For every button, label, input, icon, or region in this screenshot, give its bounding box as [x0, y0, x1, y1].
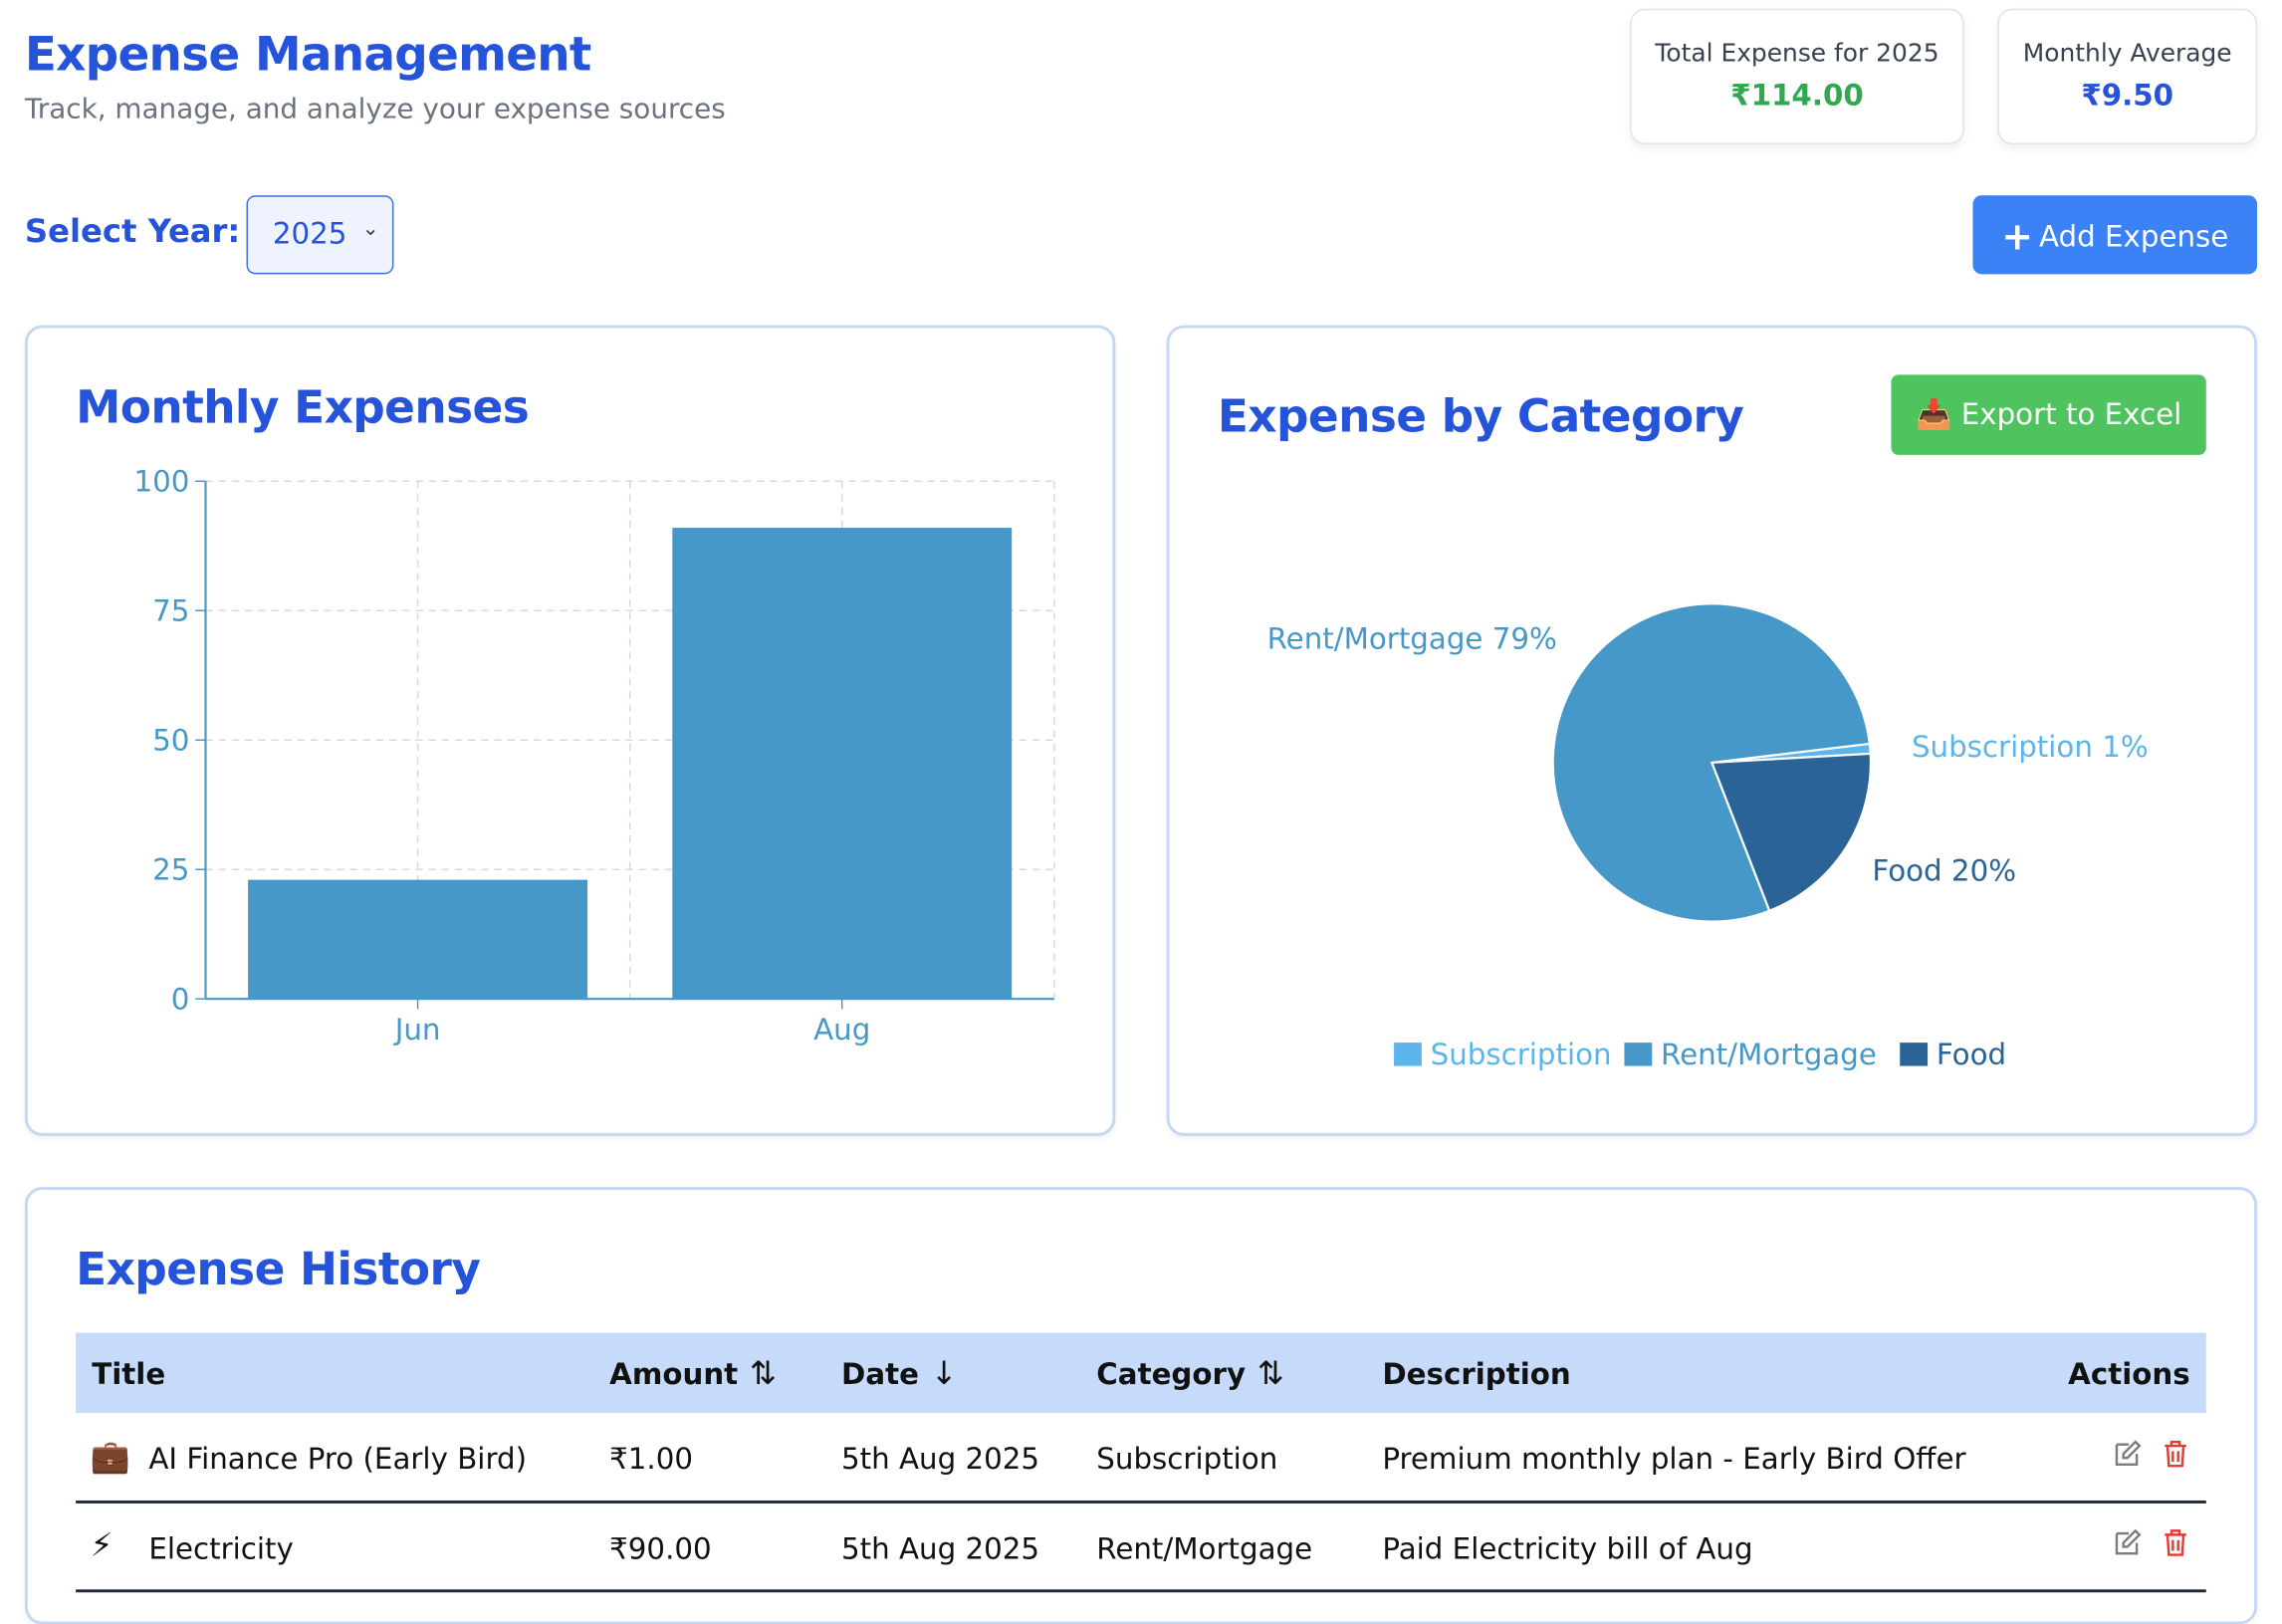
y-tick-label: 75 [152, 594, 189, 628]
bar-jun[interactable] [248, 879, 588, 1000]
expense-by-category-pie-chart: Rent/Mortgage 79% Subscription 1% Food 20%… [1267, 602, 2149, 1071]
legend-swatch [1624, 1043, 1653, 1066]
expense-by-category-title: Expense by Category [1217, 390, 1744, 444]
pie-label-food: Food 20% [1872, 854, 2016, 888]
sort-both-icon: ⇅ [749, 1355, 777, 1393]
plus-icon: + [2001, 215, 2034, 260]
pie-label-subscription: Subscription 1% [1912, 730, 2149, 764]
total-expense-label: Total Expense for 2025 [1655, 39, 1940, 69]
y-tick-label: 50 [152, 723, 189, 757]
export-to-excel-label: Export to Excel [1960, 396, 2182, 432]
lightning-icon: ⚡ [90, 1527, 114, 1565]
chevron-down-icon: ⌄ [361, 217, 379, 241]
edit-icon[interactable] [2112, 1438, 2144, 1470]
legend-label[interactable]: Food [1937, 1038, 2006, 1071]
year-select[interactable]: 2025 ⌄ [246, 195, 394, 275]
row-description: Premium monthly plan - Early Bird Offer [1382, 1440, 1966, 1477]
amount-header-label: Amount [609, 1355, 739, 1392]
table-row-divider [76, 1589, 2206, 1593]
page-subtitle: Track, manage, and analyze your expense … [24, 93, 726, 125]
year-select-label: Select Year: [24, 214, 241, 251]
row-date: 5th Aug 2025 [841, 1530, 1040, 1566]
date-header-label: Date [841, 1355, 919, 1392]
row-category: Rent/Mortgage [1096, 1530, 1313, 1566]
trash-icon[interactable] [2160, 1438, 2191, 1470]
edit-icon[interactable] [2112, 1526, 2144, 1558]
year-select-value: 2025 [272, 215, 347, 251]
column-header-amount[interactable]: Amount ⇅ [609, 1356, 777, 1393]
trash-icon[interactable] [2160, 1526, 2191, 1558]
legend-label[interactable]: Subscription [1431, 1038, 1612, 1071]
x-tick-label: Jun [393, 1013, 441, 1046]
row-description: Paid Electricity bill of Aug [1382, 1530, 1753, 1566]
monthly-expenses-bar-chart: 0 25 50 75 100 Jun Aug [133, 467, 1055, 1046]
category-header-label: Category [1096, 1355, 1247, 1392]
bar-aug[interactable] [672, 528, 1013, 1000]
add-expense-label: Add Expense [2038, 218, 2229, 254]
briefcase-icon: 💼 [90, 1439, 130, 1477]
page-title: Expense Management [24, 26, 591, 83]
row-title: Electricity [148, 1530, 294, 1566]
column-header-title: Title [92, 1355, 166, 1392]
y-tick-label: 100 [133, 467, 189, 499]
export-to-excel-button[interactable]: 📥 Export to Excel [1891, 374, 2206, 455]
legend-label[interactable]: Rent/Mortgage [1661, 1038, 1877, 1071]
column-header-description: Description [1382, 1355, 1571, 1392]
legend-swatch [1394, 1043, 1422, 1066]
y-tick-label: 0 [171, 982, 190, 1016]
column-header-actions: Actions [2068, 1355, 2190, 1392]
row-category: Subscription [1096, 1440, 1278, 1477]
column-header-category[interactable]: Category ⇅ [1096, 1356, 1283, 1393]
pie-label-rent-mortgage: Rent/Mortgage 79% [1267, 622, 1557, 656]
row-amount: ₹1.00 [609, 1440, 694, 1477]
total-expense-card: Total Expense for 2025 ₹114.00 [1630, 8, 1964, 144]
expense-table-header: Title Amount ⇅ Date ↓ Category ⇅ Descriptio… [76, 1332, 2206, 1414]
x-tick-label: Aug [813, 1013, 870, 1046]
total-expense-value: ₹114.00 [1730, 77, 1864, 113]
monthly-average-card: Monthly Average ₹9.50 [1997, 8, 2258, 144]
monthly-average-label: Monthly Average [2022, 39, 2232, 69]
legend-swatch [1900, 1043, 1929, 1066]
column-header-date[interactable]: Date ↓ [841, 1356, 958, 1393]
add-expense-button[interactable]: + Add Expense [1972, 195, 2258, 275]
row-amount: ₹90.00 [609, 1530, 712, 1566]
inbox-tray-icon: 📥 [1915, 396, 1952, 432]
row-title: AI Finance Pro (Early Bird) [148, 1440, 528, 1477]
y-tick-label: 25 [152, 852, 189, 886]
sort-both-icon: ⇅ [1256, 1355, 1284, 1393]
table-row-divider [76, 1500, 2206, 1504]
expense-history-title: Expense History [76, 1244, 481, 1296]
monthly-average-value: ₹9.50 [2081, 77, 2174, 113]
sort-down-icon: ↓ [930, 1355, 958, 1393]
row-date: 5th Aug 2025 [841, 1440, 1040, 1477]
monthly-expenses-title: Monthly Expenses [76, 381, 530, 435]
